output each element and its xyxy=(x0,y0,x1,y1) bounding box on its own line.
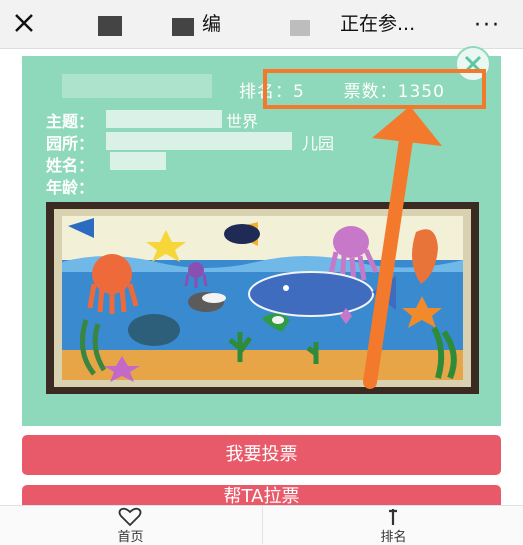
ranking-icon xyxy=(389,509,397,525)
tab-home-label: 首页 xyxy=(117,530,144,545)
theme-value: 世界 xyxy=(226,112,259,131)
redacted-block xyxy=(290,20,310,36)
school-row: 园所： xyxy=(46,130,94,154)
tab-home[interactable]: 首页 xyxy=(0,506,261,545)
theme-row: 主题： xyxy=(46,108,94,132)
bottom-tab-bar: 首页 排名 xyxy=(0,505,523,545)
redacted-block xyxy=(172,18,194,36)
close-icon[interactable] xyxy=(12,11,36,35)
redacted-block xyxy=(98,16,122,36)
redacted-block xyxy=(106,110,222,128)
more-menu-icon[interactable]: ··· xyxy=(474,13,501,38)
redacted-block xyxy=(62,74,212,98)
vote-button[interactable]: 我要投票 xyxy=(22,435,501,475)
top-nav-bar: 我是 编 正在参... ··· xyxy=(0,0,523,49)
tab-rank[interactable]: 排名 xyxy=(262,506,523,545)
school-label: 园所： xyxy=(46,134,95,153)
age-row: 年龄： xyxy=(46,174,94,198)
theme-label: 主题： xyxy=(46,112,95,131)
name-row: 姓名： xyxy=(46,152,94,176)
age-label: 年龄： xyxy=(46,178,95,197)
orange-arrow xyxy=(363,106,442,389)
redacted-block xyxy=(110,152,166,170)
heart-icon xyxy=(118,507,142,527)
title-part-2: 编 xyxy=(202,13,222,35)
title-part-3: 正在参... xyxy=(340,13,416,35)
redacted-block xyxy=(106,132,292,150)
name-label: 姓名： xyxy=(46,156,95,175)
tab-rank-label: 排名 xyxy=(380,530,407,545)
